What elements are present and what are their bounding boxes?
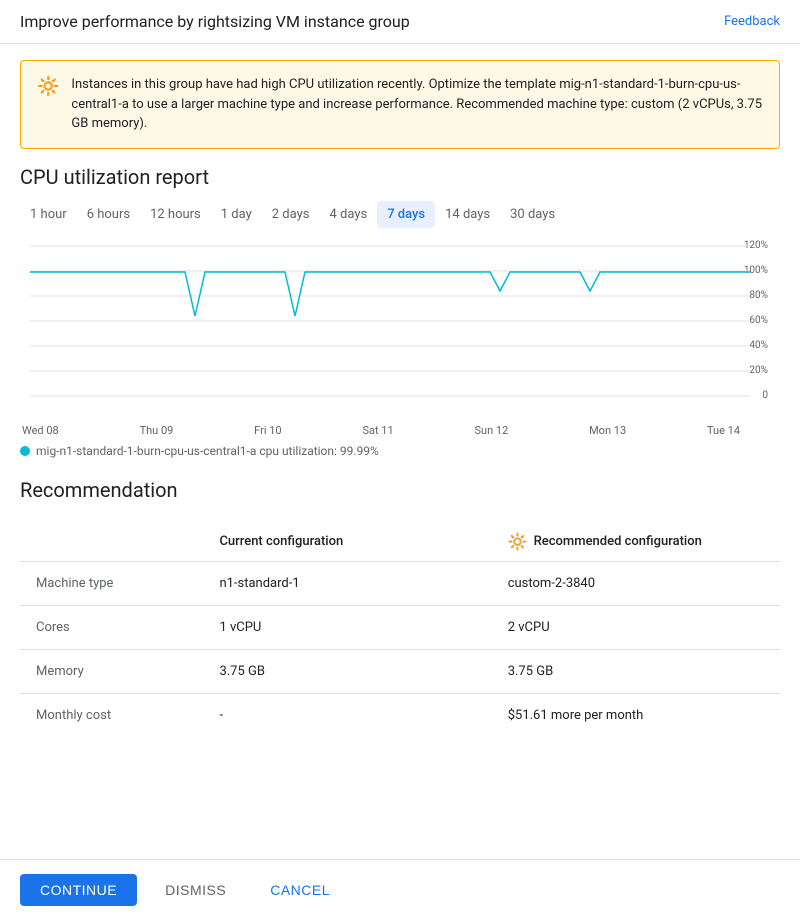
table-row: Machine type n1-standard-1 custom-2-3840 <box>20 561 780 605</box>
continue-button[interactable]: CONTINUE <box>20 874 137 906</box>
alert-text: Instances in this group have had high CP… <box>71 75 763 134</box>
svg-text:80%: 80% <box>749 290 768 301</box>
legend-dot <box>20 446 30 456</box>
x-label-sat: Sat 11 <box>362 424 393 437</box>
page-title: Improve performance by rightsizing VM in… <box>20 12 410 31</box>
tab-1day[interactable]: 1 day <box>211 201 262 228</box>
tab-4days[interactable]: 4 days <box>319 201 377 228</box>
table-row: Monthly cost - $51.61 more per month <box>20 693 780 737</box>
feedback-link[interactable]: Feedback <box>724 14 780 29</box>
tab-1hour[interactable]: 1 hour <box>20 201 77 228</box>
x-label-mon: Mon 13 <box>589 424 626 437</box>
tab-12hours[interactable]: 12 hours <box>140 201 211 228</box>
tab-6hours[interactable]: 6 hours <box>77 201 140 228</box>
row-label-0: Machine type <box>20 561 203 605</box>
col-header-recommended: 🔆 Recommended configuration <box>492 522 780 562</box>
table-row: Memory 3.75 GB 3.75 GB <box>20 649 780 693</box>
tab-2days[interactable]: 2 days <box>262 201 320 228</box>
cancel-button[interactable]: CANCEL <box>254 874 346 906</box>
page-header: Improve performance by rightsizing VM in… <box>0 0 800 44</box>
svg-text:20%: 20% <box>749 365 768 376</box>
row-label-2: Memory <box>20 649 203 693</box>
footer: CONTINUE DISMISS CANCEL <box>0 859 800 920</box>
row-recommended-1: 2 vCPU <box>492 605 780 649</box>
cpu-section: CPU utilization report 1 hour 6 hours 12… <box>0 165 800 458</box>
svg-text:60%: 60% <box>749 315 768 326</box>
cpu-section-title: CPU utilization report <box>20 165 780 189</box>
legend-label: mig-n1-standard-1-burn-cpu-us-central1-a… <box>36 444 379 458</box>
row-current-2: 3.75 GB <box>203 649 491 693</box>
x-label-tue: Tue 14 <box>707 424 740 437</box>
row-label-1: Cores <box>20 605 203 649</box>
row-recommended-0: custom-2-3840 <box>492 561 780 605</box>
col-header-current: Current configuration <box>203 522 491 562</box>
recommendation-title: Recommendation <box>20 478 780 502</box>
table-header-row: Current configuration 🔆 Recommended conf… <box>20 522 780 562</box>
svg-text:0: 0 <box>762 390 768 401</box>
svg-text:40%: 40% <box>749 340 768 351</box>
row-recommended-3: $51.61 more per month <box>492 693 780 737</box>
alert-banner: 🔆 Instances in this group have had high … <box>20 60 780 149</box>
main-content: 🔆 Instances in this group have had high … <box>0 60 800 817</box>
recommendation-section: Recommendation Current configuration 🔆 R… <box>0 478 800 737</box>
sun-icon: 🔆 <box>508 532 528 551</box>
x-label-fri: Fri 10 <box>254 424 281 437</box>
cpu-chart: 120% 100% 80% 60% 40% 20% 0 <box>20 236 780 436</box>
row-recommended-2: 3.75 GB <box>492 649 780 693</box>
dismiss-button[interactable]: DISMISS <box>149 874 242 906</box>
tab-30days[interactable]: 30 days <box>500 201 565 228</box>
tab-7days[interactable]: 7 days <box>377 201 435 228</box>
chart-legend: mig-n1-standard-1-burn-cpu-us-central1-a… <box>20 444 780 458</box>
chart-x-labels: Wed 08 Thu 09 Fri 10 Sat 11 Sun 12 Mon 1… <box>20 424 780 437</box>
tab-14days[interactable]: 14 days <box>435 201 500 228</box>
row-current-0: n1-standard-1 <box>203 561 491 605</box>
x-label-wed: Wed 08 <box>22 424 59 437</box>
warning-icon: 🔆 <box>37 76 59 97</box>
row-current-3: - <box>203 693 491 737</box>
row-current-1: 1 vCPU <box>203 605 491 649</box>
col-header-label <box>20 522 203 562</box>
time-range-tabs: 1 hour 6 hours 12 hours 1 day 2 days 4 d… <box>20 201 780 228</box>
table-row: Cores 1 vCPU 2 vCPU <box>20 605 780 649</box>
config-table: Current configuration 🔆 Recommended conf… <box>20 522 780 737</box>
x-label-sun: Sun 12 <box>474 424 508 437</box>
x-label-thu: Thu 09 <box>140 424 174 437</box>
row-label-3: Monthly cost <box>20 693 203 737</box>
